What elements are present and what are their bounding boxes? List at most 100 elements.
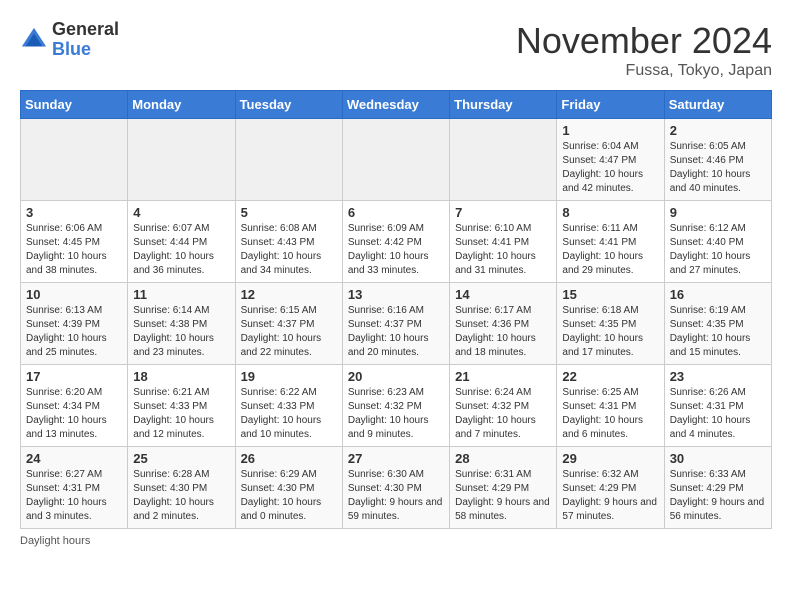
day-number: 3 [26,205,122,220]
day-info: Sunrise: 6:13 AM Sunset: 4:39 PM Dayligh… [26,304,122,360]
calendar-header: SundayMondayTuesdayWednesdayThursdayFrid… [21,91,772,119]
day-info: Sunrise: 6:17 AM Sunset: 4:36 PM Dayligh… [455,304,551,360]
calendar-cell: 29 Sunrise: 6:32 AM Sunset: 4:29 PM Dayli… [557,447,664,529]
calendar-cell: 28Sunrise: 6:31 AM Sunset: 4:29 PM Dayli… [450,447,557,529]
calendar-cell: 12 Sunrise: 6:15 AM Sunset: 4:37 PM Dayli… [235,283,342,365]
calendar-week-3: 10 Sunrise: 6:13 AM Sunset: 4:39 PM Dayli… [21,283,772,365]
calendar-cell: 20Sunrise: 6:23 AM Sunset: 4:32 PM Dayli… [342,365,449,447]
title-block: November 2024 Fussa, Tokyo, Japan [516,20,772,80]
day-header-wednesday: Wednesday [342,91,449,119]
calendar-cell: 24Sunrise: 6:27 AM Sunset: 4:31 PM Dayli… [21,447,128,529]
day-info: Sunrise: 6:22 AM Sunset: 4:33 PM Dayligh… [241,386,337,442]
day-number: 12 [241,287,337,302]
day-info: Sunrise: 6:08 AM Sunset: 4:43 PM Dayligh… [241,222,337,278]
day-info: Sunrise: 6:21 AM Sunset: 4:33 PM Dayligh… [133,386,229,442]
day-info: Sunrise: 6:32 AM Sunset: 4:29 PM Dayligh… [562,468,658,524]
calendar-cell [235,119,342,201]
day-number: 25 [133,451,229,466]
calendar-week-1: 1Sunrise: 6:04 AM Sunset: 4:47 PM Daylig… [21,119,772,201]
day-number: 2 [670,123,766,138]
calendar-cell: 26Sunrise: 6:29 AM Sunset: 4:30 PM Dayli… [235,447,342,529]
calendar-cell: 4 Sunrise: 6:07 AM Sunset: 4:44 PM Daylig… [128,201,235,283]
calendar-cell: 19 Sunrise: 6:22 AM Sunset: 4:33 PM Dayli… [235,365,342,447]
calendar-cell: 1Sunrise: 6:04 AM Sunset: 4:47 PM Daylig… [557,119,664,201]
logo-icon [20,26,48,54]
day-info: Sunrise: 6:09 AM Sunset: 4:42 PM Dayligh… [348,222,444,278]
day-info: Sunrise: 6:10 AM Sunset: 4:41 PM Dayligh… [455,222,551,278]
calendar-cell: 8Sunrise: 6:11 AM Sunset: 4:41 PM Daylig… [557,201,664,283]
calendar-cell: 17 Sunrise: 6:20 AM Sunset: 4:34 PM Dayli… [21,365,128,447]
calendar-cell: 14 Sunrise: 6:17 AM Sunset: 4:36 PM Dayli… [450,283,557,365]
day-number: 24 [26,451,122,466]
day-number: 17 [26,369,122,384]
day-info: Sunrise: 6:20 AM Sunset: 4:34 PM Dayligh… [26,386,122,442]
day-number: 14 [455,287,551,302]
day-info: Sunrise: 6:29 AM Sunset: 4:30 PM Dayligh… [241,468,337,524]
logo-text: General Blue [52,20,119,60]
day-info: Sunrise: 6:28 AM Sunset: 4:30 PM Dayligh… [133,468,229,524]
day-info: Sunrise: 6:24 AM Sunset: 4:32 PM Dayligh… [455,386,551,442]
calendar-week-4: 17 Sunrise: 6:20 AM Sunset: 4:34 PM Dayli… [21,365,772,447]
calendar-week-5: 24Sunrise: 6:27 AM Sunset: 4:31 PM Dayli… [21,447,772,529]
day-number: 27 [348,451,444,466]
day-info: Sunrise: 6:18 AM Sunset: 4:35 PM Dayligh… [562,304,658,360]
page-header: General Blue November 2024 Fussa, Tokyo,… [20,20,772,80]
day-number: 22 [562,369,658,384]
calendar-cell: 22 Sunrise: 6:25 AM Sunset: 4:31 PM Dayli… [557,365,664,447]
calendar-cell: 25 Sunrise: 6:28 AM Sunset: 4:30 PM Dayli… [128,447,235,529]
day-number: 10 [26,287,122,302]
day-info: Sunrise: 6:12 AM Sunset: 4:40 PM Dayligh… [670,222,766,278]
location: Fussa, Tokyo, Japan [516,62,772,80]
day-number: 21 [455,369,551,384]
day-number: 9 [670,205,766,220]
calendar-cell [342,119,449,201]
daylight-label: Daylight hours [20,535,90,547]
day-info: Sunrise: 6:25 AM Sunset: 4:31 PM Dayligh… [562,386,658,442]
day-info: Sunrise: 6:15 AM Sunset: 4:37 PM Dayligh… [241,304,337,360]
day-number: 16 [670,287,766,302]
calendar-cell: 16Sunrise: 6:19 AM Sunset: 4:35 PM Dayli… [664,283,771,365]
calendar-cell: 11Sunrise: 6:14 AM Sunset: 4:38 PM Dayli… [128,283,235,365]
calendar-cell: 3Sunrise: 6:06 AM Sunset: 4:45 PM Daylig… [21,201,128,283]
day-number: 6 [348,205,444,220]
calendar-cell [21,119,128,201]
calendar-cell [128,119,235,201]
day-info: Sunrise: 6:14 AM Sunset: 4:38 PM Dayligh… [133,304,229,360]
calendar-cell: 9 Sunrise: 6:12 AM Sunset: 4:40 PM Daylig… [664,201,771,283]
calendar-cell: 7 Sunrise: 6:10 AM Sunset: 4:41 PM Daylig… [450,201,557,283]
day-number: 15 [562,287,658,302]
day-number: 29 [562,451,658,466]
day-header-tuesday: Tuesday [235,91,342,119]
calendar-cell: 21 Sunrise: 6:24 AM Sunset: 4:32 PM Dayli… [450,365,557,447]
day-header-monday: Monday [128,91,235,119]
day-number: 4 [133,205,229,220]
day-header-friday: Friday [557,91,664,119]
logo: General Blue [20,20,119,60]
day-info: Sunrise: 6:07 AM Sunset: 4:44 PM Dayligh… [133,222,229,278]
day-info: Sunrise: 6:30 AM Sunset: 4:30 PM Dayligh… [348,468,444,524]
logo-general-text: General [52,20,119,40]
day-number: 5 [241,205,337,220]
day-header-saturday: Saturday [664,91,771,119]
day-header-sunday: Sunday [21,91,128,119]
day-number: 7 [455,205,551,220]
calendar-cell: 10 Sunrise: 6:13 AM Sunset: 4:39 PM Dayli… [21,283,128,365]
calendar-cell [450,119,557,201]
day-number: 1 [562,123,658,138]
days-header-row: SundayMondayTuesdayWednesdayThursdayFrid… [21,91,772,119]
calendar-cell: 13Sunrise: 6:16 AM Sunset: 4:37 PM Dayli… [342,283,449,365]
day-header-thursday: Thursday [450,91,557,119]
calendar-cell: 30Sunrise: 6:33 AM Sunset: 4:29 PM Dayli… [664,447,771,529]
footer-note: Daylight hours [20,535,772,547]
day-number: 8 [562,205,658,220]
calendar-cell: 2Sunrise: 6:05 AM Sunset: 4:46 PM Daylig… [664,119,771,201]
day-number: 19 [241,369,337,384]
day-number: 20 [348,369,444,384]
calendar-cell: 18Sunrise: 6:21 AM Sunset: 4:33 PM Dayli… [128,365,235,447]
calendar-cell: 23Sunrise: 6:26 AM Sunset: 4:31 PM Dayli… [664,365,771,447]
month-title: November 2024 [516,20,772,62]
logo-blue-text: Blue [52,40,119,60]
calendar-cell: 5 Sunrise: 6:08 AM Sunset: 4:43 PM Daylig… [235,201,342,283]
calendar-week-2: 3Sunrise: 6:06 AM Sunset: 4:45 PM Daylig… [21,201,772,283]
day-number: 23 [670,369,766,384]
